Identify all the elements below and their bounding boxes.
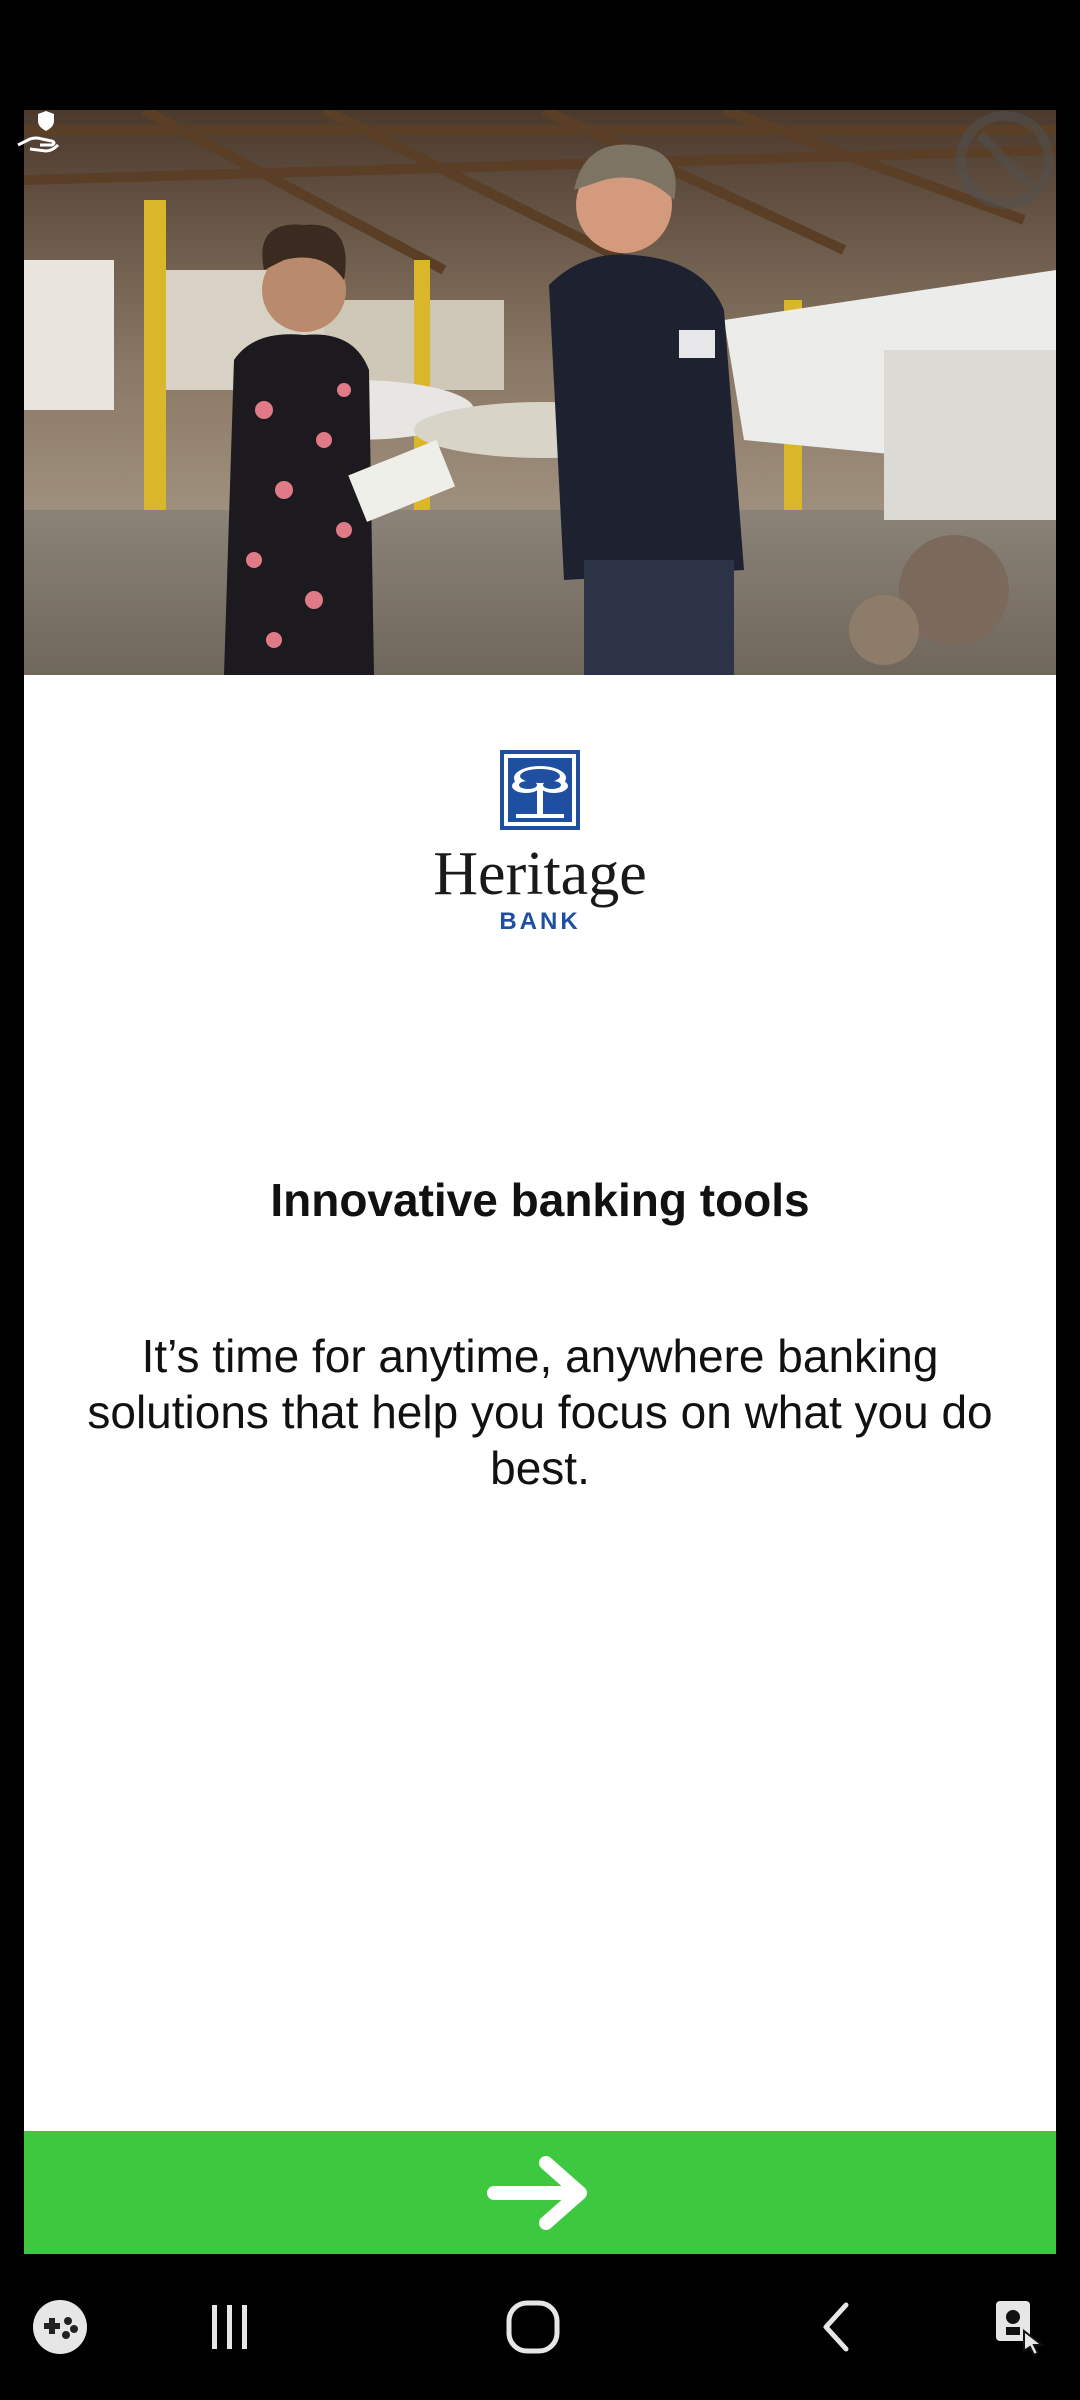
system-nav-bar (0, 2254, 1080, 2400)
status-bar (0, 0, 1080, 110)
back-icon[interactable] (796, 2254, 876, 2400)
tree-logo-icon (500, 750, 580, 830)
next-button[interactable] (24, 2131, 1056, 2254)
arrow-right-icon (487, 2155, 587, 2230)
game-launcher-icon[interactable] (20, 2254, 100, 2400)
onboarding-body: It’s time for anytime, anywhere banking … (87, 1330, 993, 1494)
hero-photo (24, 110, 1056, 675)
home-icon[interactable] (493, 2254, 573, 2400)
heritage-bank-logo: Heritage BANK (24, 750, 1056, 936)
brand-subtitle: BANK (499, 908, 581, 935)
brand-name: Heritage (433, 840, 647, 908)
recent-apps-icon[interactable] (190, 2254, 270, 2400)
hand-shield-icon[interactable] (12, 105, 68, 161)
onboarding-card: Heritage BANK Innovative banking tools I… (24, 110, 1056, 2254)
watermark-icon (956, 111, 1054, 209)
screen: Heritage BANK Innovative banking tools I… (0, 0, 1080, 2400)
onboarding-headline: Innovative banking tools (270, 1174, 810, 1226)
accessibility-icon[interactable] (980, 2254, 1060, 2400)
